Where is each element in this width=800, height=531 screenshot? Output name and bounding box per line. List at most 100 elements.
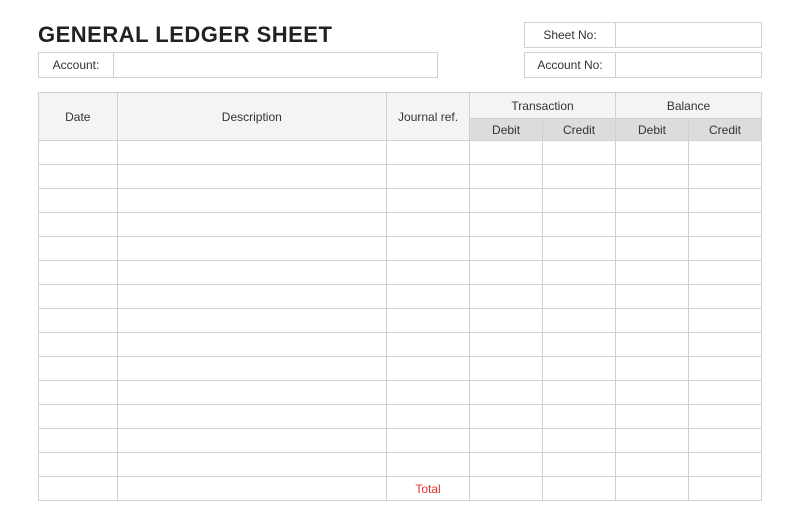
cell-ref[interactable] [387,261,470,285]
cell-t_credit[interactable] [543,285,616,309]
cell-ref[interactable] [387,285,470,309]
cell-description[interactable] [117,189,386,213]
cell-b_debit[interactable] [616,333,689,357]
cell-b_debit[interactable] [616,141,689,165]
cell-description[interactable] [117,261,386,285]
cell-t_credit[interactable] [543,429,616,453]
cell-description[interactable] [117,309,386,333]
cell-b_debit[interactable] [616,285,689,309]
cell-t_debit[interactable] [470,285,543,309]
cell-t_debit[interactable] [470,189,543,213]
cell-date[interactable] [39,453,118,477]
cell-t_debit[interactable] [470,309,543,333]
cell-description[interactable] [117,213,386,237]
cell-b_credit[interactable] [688,261,761,285]
cell-date[interactable] [39,213,118,237]
cell-description[interactable] [117,285,386,309]
cell-description[interactable] [117,381,386,405]
cell-b_credit[interactable] [688,333,761,357]
cell-b_credit[interactable] [688,405,761,429]
cell-date[interactable] [39,381,118,405]
total-balance-debit[interactable] [616,477,689,501]
cell-t_debit[interactable] [470,165,543,189]
cell-date[interactable] [39,141,118,165]
cell-t_credit[interactable] [543,213,616,237]
cell-t_credit[interactable] [543,381,616,405]
account-no-input[interactable] [615,53,761,77]
cell-b_debit[interactable] [616,237,689,261]
cell-ref[interactable] [387,237,470,261]
cell-description[interactable] [117,141,386,165]
cell-t_credit[interactable] [543,165,616,189]
cell-b_credit[interactable] [688,165,761,189]
cell-t_debit[interactable] [470,141,543,165]
cell-t_credit[interactable] [543,333,616,357]
cell-date[interactable] [39,285,118,309]
cell-b_debit[interactable] [616,453,689,477]
cell-date[interactable] [39,357,118,381]
cell-ref[interactable] [387,141,470,165]
total-transaction-debit[interactable] [470,477,543,501]
cell-b_credit[interactable] [688,357,761,381]
cell-ref[interactable] [387,429,470,453]
cell-description[interactable] [117,237,386,261]
cell-b_debit[interactable] [616,357,689,381]
cell-date[interactable] [39,309,118,333]
cell-t_credit[interactable] [543,405,616,429]
cell-description[interactable] [117,429,386,453]
cell-ref[interactable] [387,381,470,405]
cell-t_debit[interactable] [470,333,543,357]
total-balance-credit[interactable] [688,477,761,501]
total-transaction-credit[interactable] [543,477,616,501]
cell-b_debit[interactable] [616,213,689,237]
cell-date[interactable] [39,189,118,213]
cell-t_debit[interactable] [470,381,543,405]
cell-b_credit[interactable] [688,285,761,309]
cell-ref[interactable] [387,333,470,357]
cell-t_debit[interactable] [470,213,543,237]
cell-b_credit[interactable] [688,381,761,405]
cell-description[interactable] [117,165,386,189]
cell-t_debit[interactable] [470,261,543,285]
cell-description[interactable] [117,333,386,357]
cell-b_credit[interactable] [688,213,761,237]
cell-t_credit[interactable] [543,309,616,333]
cell-t_credit[interactable] [543,237,616,261]
cell-ref[interactable] [387,165,470,189]
cell-t_debit[interactable] [470,429,543,453]
cell-b_credit[interactable] [688,237,761,261]
cell-date[interactable] [39,165,118,189]
cell-t_credit[interactable] [543,357,616,381]
cell-ref[interactable] [387,405,470,429]
cell-ref[interactable] [387,453,470,477]
cell-t_credit[interactable] [543,453,616,477]
cell-ref[interactable] [387,357,470,381]
cell-t_debit[interactable] [470,405,543,429]
cell-date[interactable] [39,429,118,453]
cell-date[interactable] [39,237,118,261]
account-input[interactable] [113,53,437,77]
cell-b_debit[interactable] [616,309,689,333]
cell-b_credit[interactable] [688,309,761,333]
cell-b_debit[interactable] [616,165,689,189]
cell-ref[interactable] [387,213,470,237]
cell-t_credit[interactable] [543,261,616,285]
cell-date[interactable] [39,333,118,357]
cell-description[interactable] [117,405,386,429]
cell-ref[interactable] [387,309,470,333]
cell-description[interactable] [117,357,386,381]
cell-date[interactable] [39,261,118,285]
cell-b_debit[interactable] [616,405,689,429]
cell-t_credit[interactable] [543,189,616,213]
cell-b_credit[interactable] [688,453,761,477]
cell-b_debit[interactable] [616,429,689,453]
cell-b_debit[interactable] [616,261,689,285]
cell-t_debit[interactable] [470,237,543,261]
cell-b_debit[interactable] [616,189,689,213]
cell-b_credit[interactable] [688,141,761,165]
cell-t_debit[interactable] [470,357,543,381]
sheet-no-input[interactable] [615,23,761,47]
cell-t_debit[interactable] [470,453,543,477]
cell-ref[interactable] [387,189,470,213]
cell-b_credit[interactable] [688,429,761,453]
